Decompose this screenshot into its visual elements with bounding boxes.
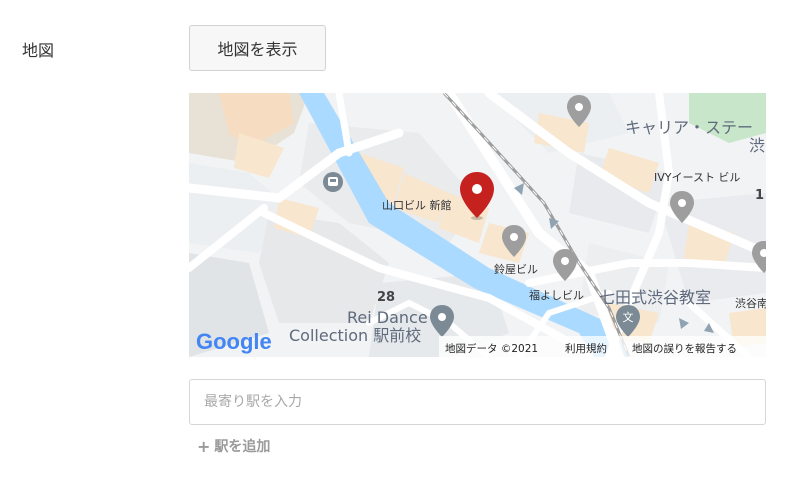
svg-text:文: 文 (623, 310, 634, 324)
label-number-28: 28 (377, 290, 395, 305)
label-number-1: 1 (755, 188, 764, 203)
label-career-2: 渋 (749, 136, 765, 155)
google-logo: Google (196, 329, 272, 354)
label-rei-dance-line2: Collection 駅前校 (289, 326, 421, 345)
map-canvas[interactable]: 文 山口ビル 新館 鈴屋ビル 福よしビル IVYイースト ビル キャリア・ステー… (189, 93, 766, 357)
svg-text:Google: Google (196, 329, 272, 354)
label-fukuyoshi-building: 福よしビル (529, 288, 584, 302)
map-footer: 地図データ ©2021 利用規約 地図の誤りを報告する (439, 336, 766, 357)
map-view[interactable]: 文 山口ビル 新館 鈴屋ビル 福よしビル IVYイースト ビル キャリア・ステー… (189, 93, 766, 357)
map-data-attribution: 地図データ ©2021 (445, 342, 538, 355)
label-suzuya-building: 鈴屋ビル (494, 262, 538, 276)
label-ivy-building: IVYイースト ビル (654, 171, 740, 184)
plus-icon: + (197, 436, 211, 456)
nearest-station-input[interactable] (189, 379, 766, 425)
terms-link[interactable]: 利用規約 (565, 342, 607, 355)
show-map-button[interactable]: 地図を表示 (189, 25, 326, 71)
report-map-error-link[interactable]: 地図の誤りを報告する (632, 342, 737, 355)
label-rei-dance-line1: Rei Dance (347, 308, 428, 327)
label-nanada-school: 七田式渋谷教室 (599, 288, 711, 307)
label-yamaguchi-building: 山口ビル 新館 (382, 198, 452, 212)
add-station-button[interactable]: + 駅を追加 (197, 436, 270, 456)
bus-stop-icon[interactable] (323, 172, 343, 192)
map-section-label: 地図 (22, 41, 55, 60)
add-station-label: 駅を追加 (214, 439, 271, 455)
label-career: キャリア・ステー (625, 118, 753, 137)
label-shibuya-cut: 渋谷南 (735, 297, 766, 310)
